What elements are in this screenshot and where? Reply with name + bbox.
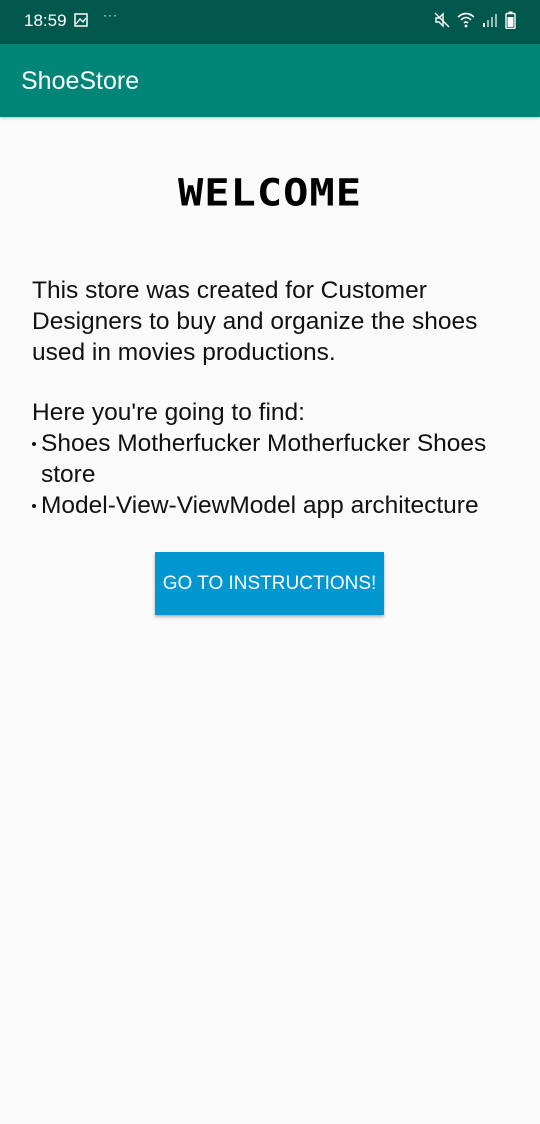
status-more-dots: ··· [103, 8, 118, 22]
app-bar: ShoeStore [0, 44, 540, 117]
wifi-icon [457, 12, 475, 28]
list-item: Shoes Motherfucker Motherfucker Shoes st… [32, 428, 532, 490]
signal-icon [483, 14, 497, 27]
status-right-icons [434, 11, 516, 29]
intro-text: This store was created for Customer Desi… [32, 277, 478, 366]
gallery-icon [74, 13, 88, 27]
welcome-title: WELCOME [177, 170, 362, 215]
app-title: ShoeStore [21, 67, 140, 95]
list-item: Model-View-ViewModel app architecture [32, 490, 532, 521]
status-bar: 18:59 ··· [0, 0, 540, 44]
feature-list: Shoes Motherfucker Motherfucker Shoes st… [32, 428, 532, 521]
mute-icon [434, 12, 450, 28]
status-time: 18:59 [24, 11, 67, 30]
find-heading: Here you're going to find: [32, 399, 305, 426]
battery-icon [505, 11, 516, 29]
go-to-instructions-button[interactable]: GO TO INSTRUCTIONS! [155, 552, 384, 615]
